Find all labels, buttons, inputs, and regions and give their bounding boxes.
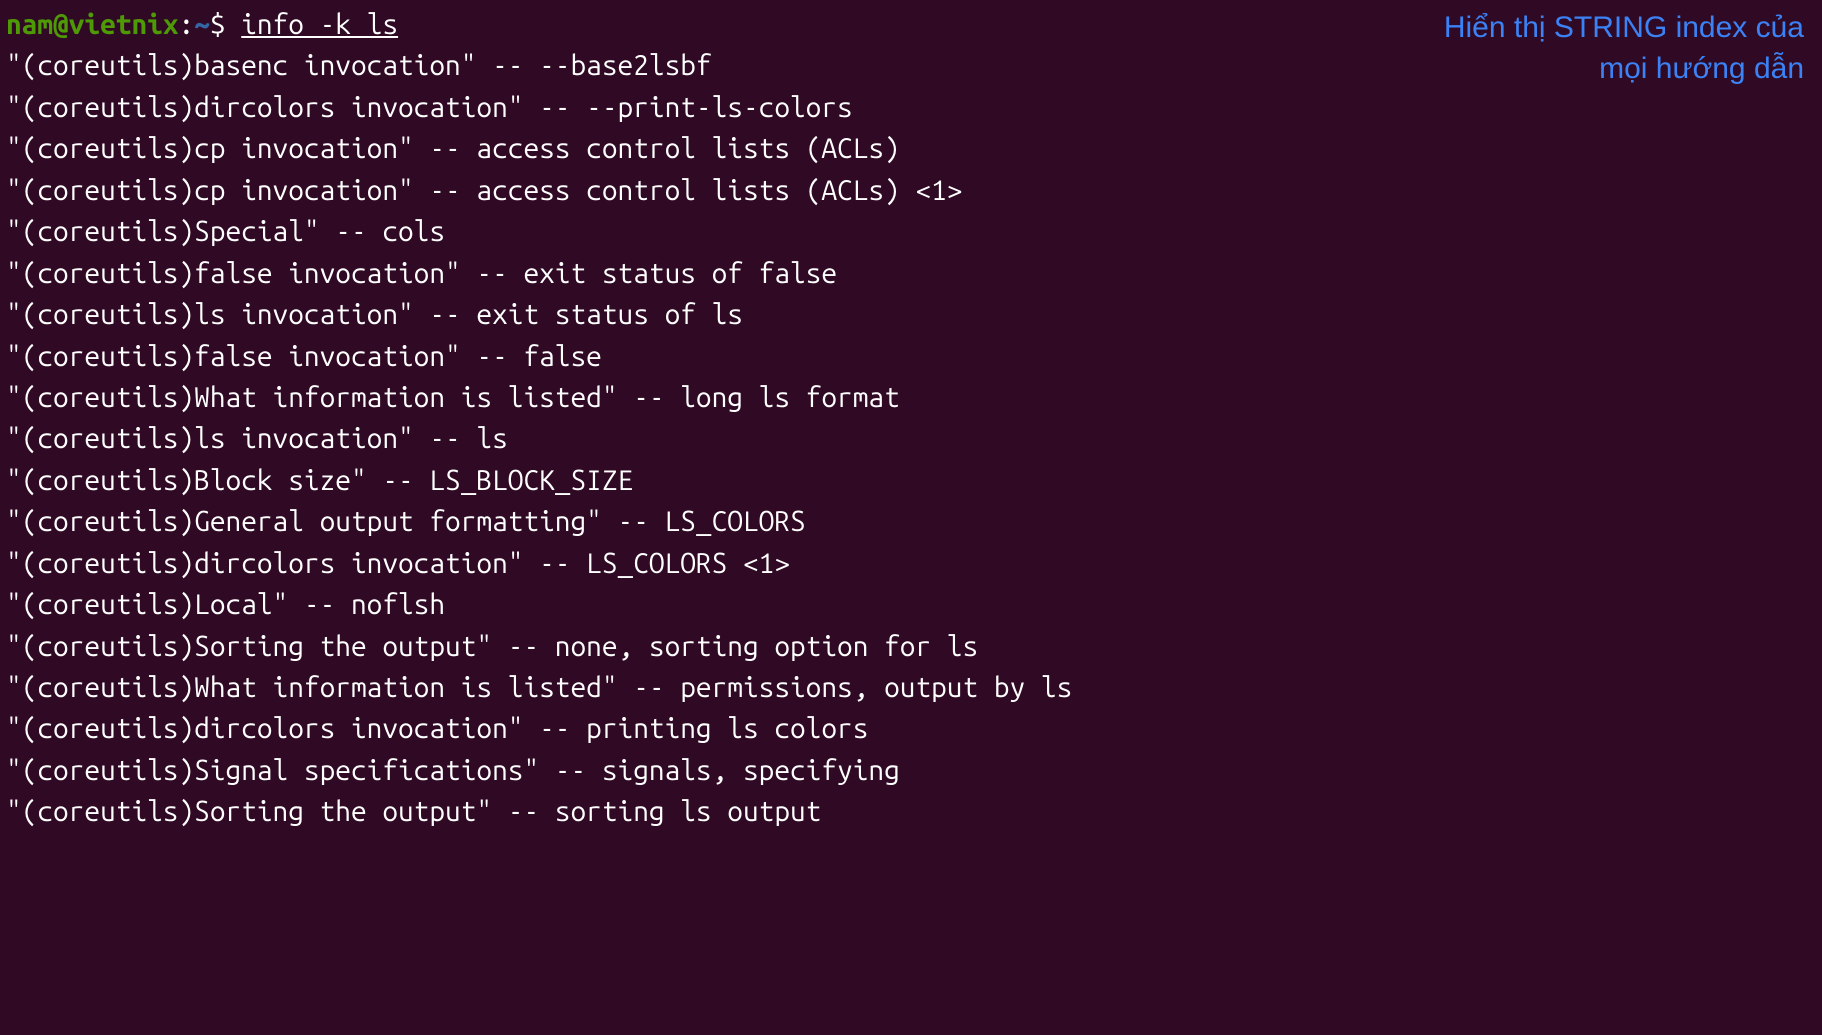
output-line: "(coreutils)Special" -- cols	[6, 211, 1816, 252]
output-line: "(coreutils)ls invocation" -- exit statu…	[6, 294, 1816, 335]
output-line: "(coreutils)What information is listed" …	[6, 667, 1816, 708]
output-line: "(coreutils)cp invocation" -- access con…	[6, 128, 1816, 169]
output-line: "(coreutils)false invocation" -- exit st…	[6, 253, 1816, 294]
prompt-colon: :	[179, 9, 195, 40]
output-line: "(coreutils)General output formatting" -…	[6, 501, 1816, 542]
output-line: "(coreutils)Local" -- noflsh	[6, 584, 1816, 625]
output-line: "(coreutils)Signal specifications" -- si…	[6, 750, 1816, 791]
prompt-dollar: $	[210, 9, 241, 40]
annotation-line2: mọi hướng dẫn	[1444, 49, 1804, 90]
prompt-cwd: ~	[194, 9, 210, 40]
annotation-overlay: Hiển thị STRING index của mọi hướng dẫn	[1444, 8, 1804, 89]
output-line: "(coreutils)cp invocation" -- access con…	[6, 170, 1816, 211]
output-line: "(coreutils)What information is listed" …	[6, 377, 1816, 418]
output-line: "(coreutils)false invocation" -- false	[6, 336, 1816, 377]
output-line: "(coreutils)dircolors invocation" -- pri…	[6, 708, 1816, 749]
prompt-user: nam	[6, 9, 53, 40]
output-line: "(coreutils)Block size" -- LS_BLOCK_SIZE	[6, 460, 1816, 501]
output-line: "(coreutils)dircolors invocation" -- LS_…	[6, 543, 1816, 584]
prompt-host: vietnix	[69, 9, 179, 40]
annotation-line1: Hiển thị STRING index của	[1444, 8, 1804, 49]
output-line: "(coreutils)dircolors invocation" -- --p…	[6, 87, 1816, 128]
command-text: info -k ls	[241, 9, 398, 40]
output-line: "(coreutils)Sorting the output" -- none,…	[6, 626, 1816, 667]
prompt-at: @	[53, 9, 69, 40]
output-line: "(coreutils)ls invocation" -- ls	[6, 418, 1816, 459]
output-line: "(coreutils)Sorting the output" -- sorti…	[6, 791, 1816, 832]
